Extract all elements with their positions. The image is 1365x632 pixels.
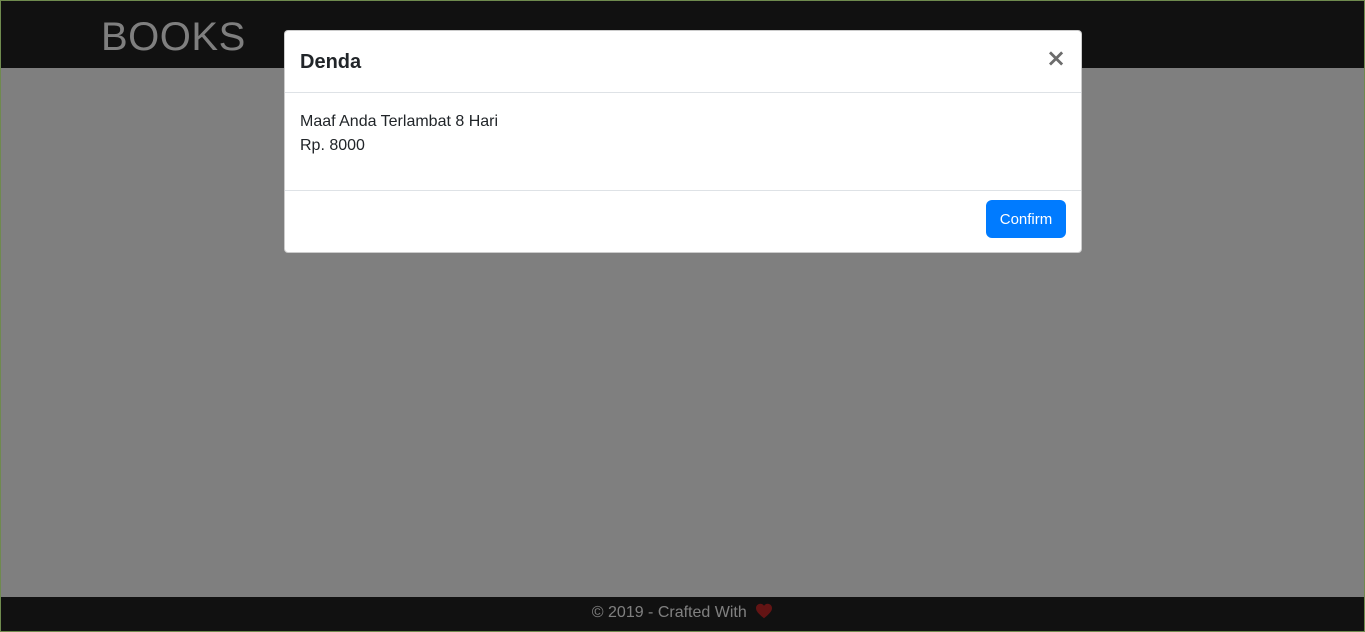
page: BOOKS © 2019 - Crafted With Denda × Maaf… [0,0,1365,632]
modal-title: Denda [300,51,362,73]
close-button[interactable]: × [1045,45,1067,71]
modal-footer: Confirm [285,190,1081,254]
late-message: Maaf Anda Terlambat 8 Hari [300,113,499,130]
confirm-button[interactable]: Confirm [986,200,1066,238]
modal-header: Denda × [285,31,1081,93]
fine-amount: Rp. 8000 [300,137,365,154]
fine-modal: Denda × Maaf Anda Terlambat 8 Hari Rp. 8… [284,30,1082,253]
modal-body: Maaf Anda Terlambat 8 Hari Rp. 8000 [285,93,1081,190]
